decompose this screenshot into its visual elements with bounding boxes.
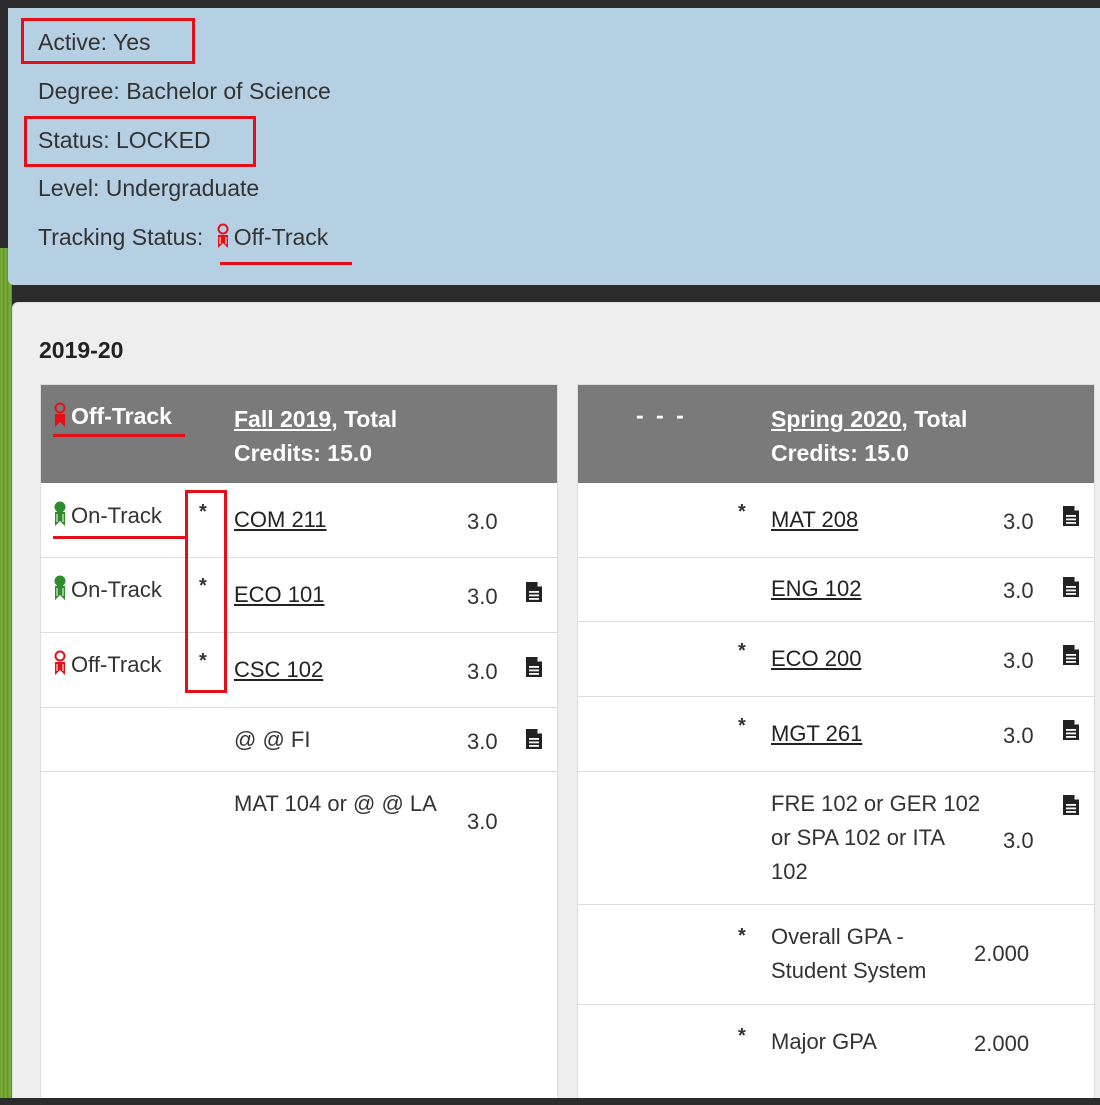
course-row: On-Track * COM 211 3.0	[41, 483, 557, 558]
background-strip	[0, 248, 12, 1105]
red-ribbon-icon	[53, 650, 67, 676]
document-icon[interactable]	[1062, 794, 1080, 816]
highlight-marker-column-box	[185, 490, 227, 693]
course-row: * MGT 261 3.0	[578, 697, 1094, 772]
requirement-marker: *	[738, 501, 746, 523]
course-track-status: On-Track	[53, 501, 162, 529]
degree-info: Degree: Bachelor of Science	[38, 78, 331, 104]
course-credits: 3.0	[467, 729, 498, 754]
course-track-label: On-Track	[71, 577, 162, 602]
course-link-eco-101[interactable]: ECO 101	[234, 578, 325, 612]
course-link-eco-200[interactable]: ECO 200	[771, 642, 862, 676]
requirement-marker: *	[738, 1025, 746, 1047]
document-icon[interactable]	[525, 656, 543, 678]
requirement-marker: *	[738, 640, 746, 662]
level-info: Level: Undergraduate	[38, 175, 260, 201]
green-ribbon-icon	[53, 575, 67, 601]
gpa-row: * Overall GPA - Student System 2.000	[578, 905, 1094, 1005]
course-track-label: On-Track	[71, 503, 162, 528]
green-ribbon-icon	[53, 501, 67, 527]
highlight-active-box	[21, 18, 195, 64]
course-credits: 3.0	[1003, 648, 1034, 673]
document-icon[interactable]	[1062, 644, 1080, 666]
term-link-fall-2019[interactable]: Fall 2019	[234, 406, 331, 432]
course-requirement: FRE 102 or GER 102 or SPA 102 or ITA 102	[771, 791, 981, 884]
course-row: @ @ FI 3.0	[41, 708, 557, 772]
course-row: MAT 104 or @ @ LA 3.0	[41, 772, 557, 1102]
document-icon[interactable]	[1062, 505, 1080, 527]
document-icon[interactable]	[1062, 719, 1080, 741]
term-track-placeholder: - - -	[636, 402, 687, 428]
term-title-suffix: , Total	[331, 406, 398, 432]
gpa-label: Overall GPA - Student System	[771, 924, 927, 983]
term-spring-2020: - - - Spring 2020, Total Credits: 15.0 *…	[577, 384, 1095, 1105]
highlight-status-box	[24, 116, 256, 167]
term-track-status: Off-Track	[53, 402, 172, 430]
window-left-edge	[0, 0, 8, 248]
course-credits: 3.0	[1003, 723, 1034, 748]
course-row: Off-Track * CSC 102 3.0	[41, 633, 557, 708]
term-title: Spring 2020, Total Credits: 15.0	[771, 402, 1031, 470]
tracking-status-value: Off-Track	[233, 224, 329, 250]
year-title: 2019-20	[39, 337, 124, 363]
highlight-term-track-underline	[53, 434, 185, 437]
course-link-com-211[interactable]: COM 211	[234, 503, 327, 537]
course-row: FRE 102 or GER 102 or SPA 102 or ITA 102…	[578, 772, 1094, 905]
term-title: Fall 2019, Total Credits: 15.0	[234, 402, 494, 470]
course-credits: 3.0	[467, 659, 498, 684]
gpa-label: Major GPA	[771, 1029, 877, 1054]
highlight-tracking-underline	[220, 262, 352, 265]
course-row: * MAT 208 3.0	[578, 483, 1094, 558]
term-link-spring-2020[interactable]: Spring 2020	[771, 406, 901, 432]
term-total-credits: Credits: 15.0	[771, 440, 910, 466]
course-track-status: Off-Track	[53, 650, 161, 678]
term-total-credits: Credits: 15.0	[234, 440, 373, 466]
course-track-status: On-Track	[53, 575, 162, 603]
document-icon[interactable]	[1062, 576, 1080, 598]
course-requirement: @ @ FI	[234, 727, 311, 752]
red-ribbon-icon	[53, 402, 67, 428]
course-link-csc-102[interactable]: CSC 102	[234, 653, 323, 687]
degree-info-panel: Active: Yes Degree: Bachelor of Science …	[8, 8, 1100, 285]
term-title-suffix: , Total	[901, 406, 968, 432]
course-link-eng-102[interactable]: ENG 102	[771, 572, 862, 606]
gpa-value: 2.000	[974, 1031, 1030, 1056]
course-credits: 3.0	[467, 809, 498, 834]
tracking-status-label: Tracking Status:	[38, 224, 204, 250]
highlight-course-track-underline	[53, 536, 186, 539]
course-credits: 3.0	[1003, 828, 1034, 853]
course-credits: 3.0	[1003, 578, 1034, 603]
red-ribbon-icon	[216, 223, 230, 249]
requirement-marker: *	[738, 715, 746, 737]
window-bottom-edge	[0, 1098, 1100, 1105]
course-row: * ECO 200 3.0	[578, 622, 1094, 697]
course-link-mgt-261[interactable]: MGT 261	[771, 717, 862, 751]
course-credits: 3.0	[467, 509, 498, 534]
tracking-status: Tracking Status: Off-Track	[38, 223, 328, 251]
term-fall-2019: Off-Track Fall 2019, Total Credits: 15.0…	[40, 384, 558, 1105]
window-top-edge	[0, 0, 1100, 8]
gpa-value: 2.000	[974, 941, 1030, 966]
term-track-label: Off-Track	[71, 403, 172, 429]
course-row: ENG 102 3.0	[578, 558, 1094, 622]
course-credits: 3.0	[467, 584, 498, 609]
course-requirement: MAT 104 or @ @ LA	[234, 791, 437, 816]
academic-year-panel: 2019-20 Off-Track Fall 2019, Total Credi…	[12, 302, 1100, 1105]
course-track-label: Off-Track	[71, 652, 162, 677]
term-header: - - - Spring 2020, Total Credits: 15.0	[578, 385, 1094, 483]
requirement-marker: *	[738, 925, 746, 947]
gpa-row: * Major GPA 2.000	[578, 1005, 1094, 1105]
course-link-mat-208[interactable]: MAT 208	[771, 503, 858, 537]
document-icon[interactable]	[525, 728, 543, 750]
document-icon[interactable]	[525, 581, 543, 603]
course-credits: 3.0	[1003, 509, 1034, 534]
course-row: On-Track * ECO 101 3.0	[41, 558, 557, 633]
